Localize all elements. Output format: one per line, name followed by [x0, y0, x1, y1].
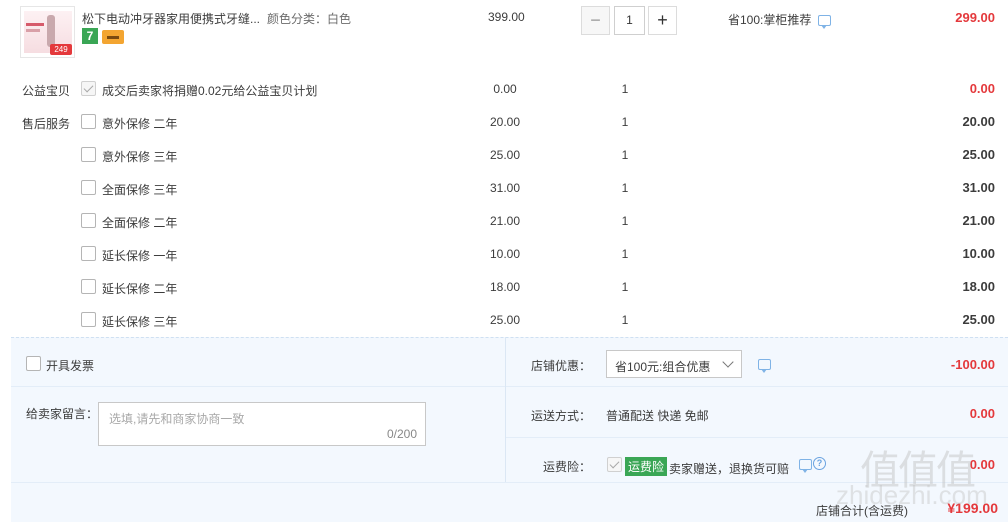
product-image-icon [47, 15, 55, 47]
service-qty: 1 [621, 148, 629, 162]
service-price: 18.00 [489, 280, 521, 294]
shipping-label: 运送方式： [531, 409, 592, 423]
service-total: 10.00 [962, 246, 995, 261]
insurance-label: 运费险： [543, 460, 592, 474]
charity-qty: 1 [621, 82, 629, 96]
service-checkbox[interactable] [81, 180, 96, 195]
increase-button[interactable]: + [648, 6, 677, 35]
service-checkbox[interactable] [81, 114, 96, 129]
thumbnail-text-line [26, 23, 44, 26]
service-checkbox[interactable] [81, 312, 96, 327]
help-icon[interactable]: ? [813, 457, 826, 470]
service-qty: 1 [621, 313, 629, 327]
invoice-label: 开具发票 [46, 359, 95, 373]
order-confirmation-page: { "product": { "title": "松下电动冲牙器家用便携式牙缝.… [0, 0, 1008, 522]
comment-icon[interactable] [818, 15, 831, 29]
service-price: 10.00 [489, 247, 521, 261]
charity-label: 公益宝贝 [22, 84, 71, 98]
service-name: 延长保修 三年 [102, 315, 178, 329]
divider [506, 386, 1008, 387]
shop-discount-value: -100.00 [950, 357, 995, 372]
service-price: 20.00 [489, 115, 521, 129]
service-name: 意外保修 三年 [102, 150, 178, 164]
service-total: 25.00 [962, 147, 995, 162]
service-checkbox[interactable] [81, 246, 96, 261]
service-total: 31.00 [962, 180, 995, 195]
comment-icon[interactable] [758, 359, 771, 373]
after-sales-label: 售后服务 [22, 117, 71, 131]
service-price: 25.00 [489, 313, 521, 327]
chevron-down-icon [722, 356, 734, 368]
service-name: 意外保修 二年 [102, 117, 178, 131]
promo-text: 省100:掌柜推荐 [728, 13, 812, 27]
shipping-method: 普通配送 快递 免邮 [606, 409, 709, 423]
charity-text: 成交后卖家将捐赠0.02元给公益宝贝计划 [102, 84, 318, 98]
seven-day-return-icon[interactable]: 7 [82, 28, 98, 44]
product-title-link[interactable]: 松下电动冲牙器家用便携式牙缝... [82, 10, 260, 27]
unit-price: 399.00 [488, 10, 525, 24]
service-checkbox[interactable] [81, 147, 96, 162]
divider [11, 386, 505, 387]
memo-char-counter: 0/200 [386, 427, 417, 441]
insurance-tag: 运费险 [625, 457, 668, 476]
memo-textarea[interactable]: 选填,请先和商家协商一致 0/200 [98, 402, 426, 446]
service-total: 20.00 [962, 114, 995, 129]
memo-label: 给卖家留言： [26, 407, 99, 421]
service-name: 全面保修 二年 [102, 216, 178, 230]
service-qty: 1 [621, 280, 629, 294]
service-name: 延长保修 一年 [102, 249, 178, 263]
decrease-button[interactable]: − [581, 6, 610, 35]
product-total: 299.00 [955, 10, 995, 25]
memo-placeholder: 选填,请先和商家协商一致 [109, 412, 245, 426]
product-thumbnail[interactable]: 249 [20, 6, 75, 58]
service-qty: 1 [621, 115, 629, 129]
site-watermark-url: zhidezhi.com [836, 480, 988, 510]
quantity-input[interactable]: 1 [614, 6, 645, 35]
charity-price: 0.00 [493, 82, 517, 96]
comment-icon[interactable] [799, 459, 812, 473]
service-checkbox[interactable] [81, 279, 96, 294]
charity-checkbox [81, 81, 96, 96]
service-qty: 1 [621, 247, 629, 261]
thumbnail-text-line [26, 29, 40, 32]
product-sku: 颜色分类：白色 [267, 12, 352, 26]
service-price: 31.00 [489, 181, 521, 195]
shop-discount-label: 店铺优惠： [531, 359, 592, 373]
service-price: 25.00 [489, 148, 521, 162]
service-total: 21.00 [962, 213, 995, 228]
credit-card-icon[interactable] [102, 30, 124, 44]
thumbnail-price-tag: 249 [50, 44, 72, 55]
shop-discount-select[interactable]: 省100元:组合优惠 [606, 350, 742, 378]
service-price: 21.00 [489, 214, 521, 228]
panel-divider [505, 337, 506, 482]
shipping-price: 0.00 [969, 406, 995, 421]
service-name: 全面保修 三年 [102, 183, 178, 197]
invoice-checkbox[interactable] [26, 356, 41, 371]
service-total: 25.00 [962, 312, 995, 327]
shop-discount-selected: 省100元:组合优惠 [615, 360, 711, 374]
service-qty: 1 [621, 181, 629, 195]
service-qty: 1 [621, 214, 629, 228]
service-name: 延长保修 二年 [102, 282, 178, 296]
service-checkbox[interactable] [81, 213, 96, 228]
service-total: 18.00 [962, 279, 995, 294]
charity-total: 0.00 [969, 81, 995, 96]
insurance-text: 卖家赠送，退换货可赔 [669, 462, 790, 476]
insurance-checkbox [607, 457, 622, 472]
